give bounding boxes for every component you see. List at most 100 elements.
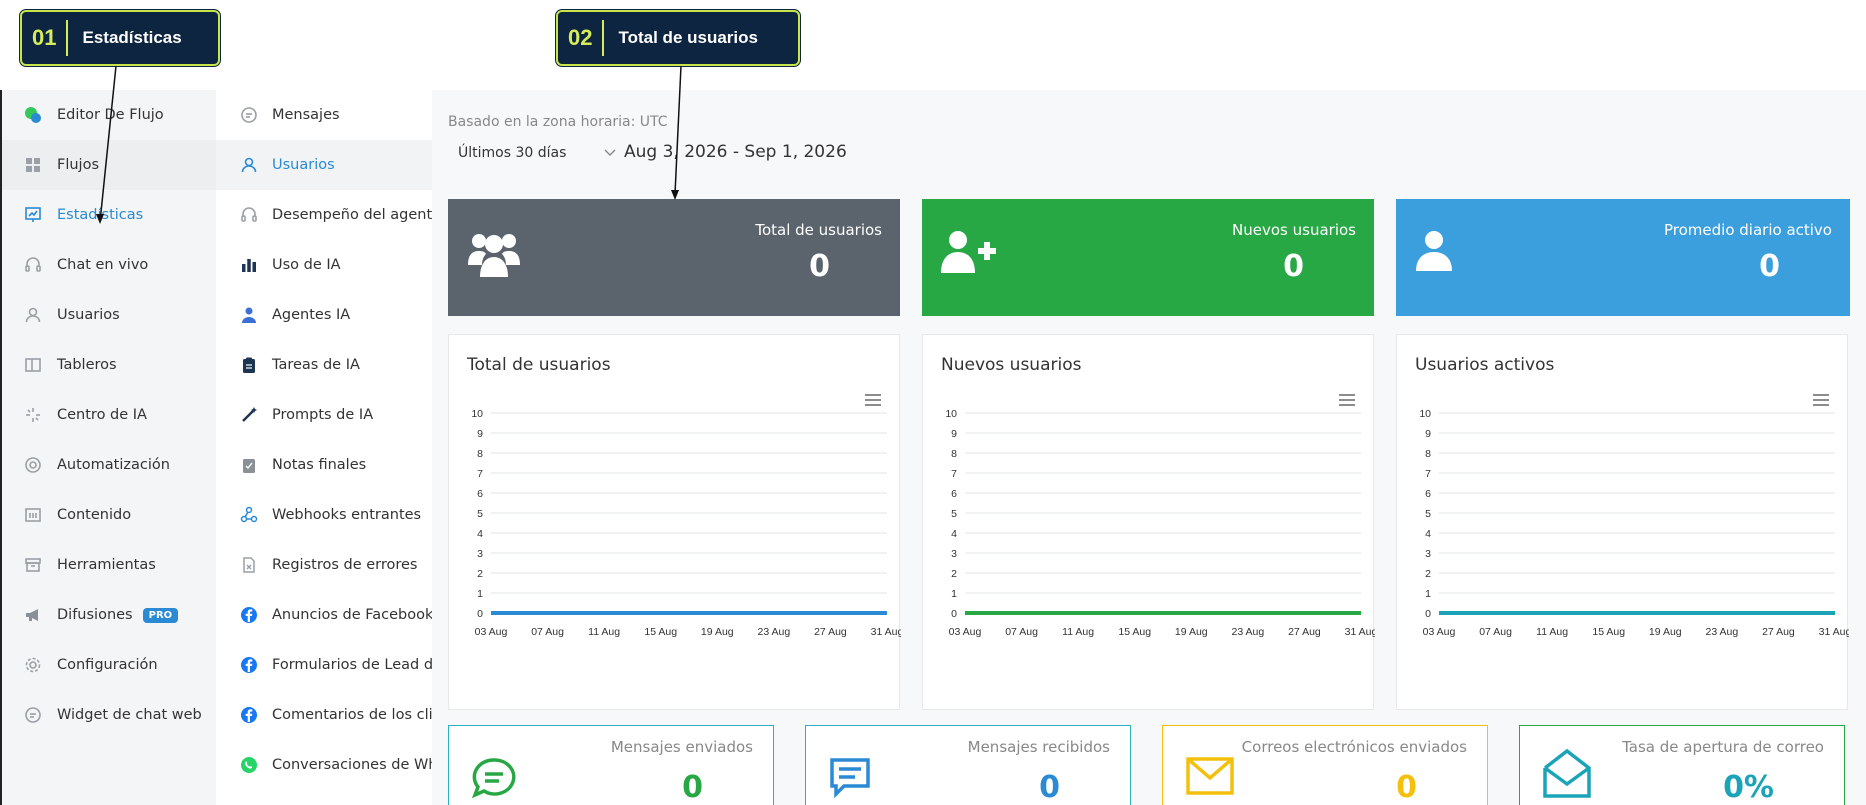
stat-value: 0 xyxy=(1759,249,1780,284)
sidebar-item-contenido[interactable]: Contenido xyxy=(2,490,216,540)
chart-card-total-usuarios: Total de usuarios 0 1 2 3 4 5 6 7 8 9 10 03 Aug 07 A… xyxy=(448,334,901,710)
sidebar-item-flujos[interactable]: Flujos xyxy=(2,140,216,190)
magic-wand-icon xyxy=(240,406,258,424)
subnav-item-agentes-ia[interactable]: Agentes IA xyxy=(216,290,432,340)
callout-text: Estadísticas xyxy=(82,28,182,47)
notes-icon xyxy=(240,456,258,474)
y-tick-label: 4 xyxy=(477,528,483,540)
y-tick-label: 8 xyxy=(1425,448,1431,460)
y-tick-label: 2 xyxy=(477,568,483,580)
stat-card-total-usuarios: Total de usuarios 0 xyxy=(448,199,900,316)
mini-card-tasa-apertura: Tasa de apertura de correo 0% xyxy=(1519,725,1845,805)
y-tick-label: 8 xyxy=(951,448,957,460)
mini-card-value: 0% xyxy=(1723,770,1774,805)
callout-text: Total de usuarios xyxy=(618,28,758,47)
facebook-icon xyxy=(240,606,258,624)
sidebar-item-label: Flujos xyxy=(57,157,100,173)
stat-value: 0 xyxy=(1283,249,1304,284)
sidebar-item-label: Editor De Flujo xyxy=(57,107,164,123)
subnav-item-anuncios-facebook[interactable]: Anuncios de Facebook xyxy=(216,590,432,640)
y-tick-label: 3 xyxy=(477,548,483,560)
facebook-icon xyxy=(240,706,258,724)
sidebar-item-tableros[interactable]: Tableros xyxy=(2,340,216,390)
mini-card-mensajes-recibidos: Mensajes recibidos 0 xyxy=(805,725,1131,805)
y-tick-label: 9 xyxy=(951,428,957,440)
y-tick-label: 6 xyxy=(477,488,483,500)
x-tick-label: 27 Aug xyxy=(1288,626,1321,638)
subnav-item-notas-finales[interactable]: Notas finales xyxy=(216,440,432,490)
message-icon xyxy=(240,106,258,124)
y-tick-label: 1 xyxy=(1425,588,1431,600)
subnav-item-uso-de-ia[interactable]: Uso de IA xyxy=(216,240,432,290)
subnav-item-usuarios[interactable]: Usuarios xyxy=(216,140,432,190)
content-icon xyxy=(24,506,42,524)
subnav-item-comentarios[interactable]: Comentarios de los client xyxy=(216,690,432,740)
sidebar-item-widget-de-chat-web[interactable]: Widget de chat web xyxy=(2,690,216,740)
y-tick-label: 10 xyxy=(471,408,483,420)
subnav-item-desempeno[interactable]: Desempeño del agente xyxy=(216,190,432,240)
y-tick-label: 1 xyxy=(951,588,957,600)
subnav-item-label: Agentes IA xyxy=(272,307,351,323)
date-range-select-value: Últimos 30 días xyxy=(458,145,567,161)
x-tick-label: 11 Aug xyxy=(1536,626,1568,638)
x-tick-label: 03 Aug xyxy=(949,626,982,638)
mini-card-label: Mensajes recibidos xyxy=(967,738,1110,756)
y-tick-label: 3 xyxy=(951,548,957,560)
sidebar-item-usuarios[interactable]: Usuarios xyxy=(2,290,216,340)
y-tick-label: 7 xyxy=(477,468,483,480)
x-tick-label: 07 Aug xyxy=(1479,626,1512,638)
subnav-item-label: Prompts de IA xyxy=(272,407,374,423)
date-range-picker[interactable]: Aug 3, 2026 - Sep 1, 2026 xyxy=(624,142,847,162)
sidebar-item-configuracion[interactable]: Configuración xyxy=(2,640,216,690)
board-icon xyxy=(24,356,42,374)
sidebar-item-editor-de-flujo[interactable]: Editor De Flujo xyxy=(2,90,216,140)
subnav-item-label: Webhooks entrantes xyxy=(272,507,422,523)
stat-card-nuevos-usuarios: Nuevos usuarios 0 xyxy=(922,199,1374,316)
grid-icon xyxy=(24,156,42,174)
sidebar-item-label: Difusiones xyxy=(57,607,133,623)
x-tick-label: 11 Aug xyxy=(588,626,620,638)
subnav-item-label: Comentarios de los client xyxy=(272,707,432,723)
main-content: Basado en la zona horaria: UTC Últimos 3… xyxy=(432,90,1866,805)
x-tick-label: 19 Aug xyxy=(1649,626,1682,638)
subnav-item-label: Registros de errores xyxy=(272,557,418,573)
x-tick-label: 31 Aug xyxy=(1345,626,1375,638)
sidebar-item-herramientas[interactable]: Herramientas xyxy=(2,540,216,590)
x-tick-label: 15 Aug xyxy=(1118,626,1151,638)
x-tick-label: 23 Aug xyxy=(1706,626,1739,638)
user-icon xyxy=(24,306,42,324)
y-tick-label: 9 xyxy=(477,428,483,440)
subnav-item-registros-de-errores[interactable]: Registros de errores xyxy=(216,540,432,590)
x-tick-label: 07 Aug xyxy=(1005,626,1038,638)
sidebar-item-difusiones[interactable]: Difusiones PRO xyxy=(2,590,216,640)
message-square-icon xyxy=(828,756,872,804)
x-tick-label: 11 Aug xyxy=(1062,626,1094,638)
timezone-note: Basado en la zona horaria: UTC xyxy=(448,114,668,130)
x-tick-label: 31 Aug xyxy=(871,626,901,638)
sidebar-item-estadisticas[interactable]: Estadísticas xyxy=(2,190,216,240)
stat-value: 0 xyxy=(809,249,830,284)
clipboard-icon xyxy=(240,356,258,374)
subnav-item-formularios-lead[interactable]: Formularios de Lead de F xyxy=(216,640,432,690)
x-tick-label: 03 Aug xyxy=(475,626,508,638)
subnav-item-label: Mensajes xyxy=(272,107,340,123)
subnav-item-webhooks[interactable]: Webhooks entrantes xyxy=(216,490,432,540)
callout-2: 02 Total de usuarios xyxy=(556,10,800,66)
subnav-item-label: Tareas de IA xyxy=(272,357,360,373)
date-range-select[interactable]: Últimos 30 días xyxy=(458,145,616,161)
y-tick-label: 10 xyxy=(1419,408,1431,420)
flow-editor-icon xyxy=(24,106,42,124)
sidebar-item-chat-en-vivo[interactable]: Chat en vivo xyxy=(2,240,216,290)
mini-card-value: 0 xyxy=(1396,770,1417,805)
callout-number: 01 xyxy=(22,20,69,56)
subnav-item-label: Formularios de Lead de F xyxy=(272,657,432,673)
sidebar-item-centro-de-ia[interactable]: Centro de IA xyxy=(2,390,216,440)
subnav-item-tareas-de-ia[interactable]: Tareas de IA xyxy=(216,340,432,390)
sidebar-item-label: Chat en vivo xyxy=(57,257,149,273)
subnav-item-mensajes[interactable]: Mensajes xyxy=(216,90,432,140)
y-tick-label: 5 xyxy=(1425,508,1431,520)
subnav-item-label: Desempeño del agente xyxy=(272,207,432,223)
subnav-item-whatsapp[interactable]: Conversaciones de Whats xyxy=(216,740,432,790)
subnav-item-prompts-de-ia[interactable]: Prompts de IA xyxy=(216,390,432,440)
sidebar-item-automatizacion[interactable]: Automatización xyxy=(2,440,216,490)
